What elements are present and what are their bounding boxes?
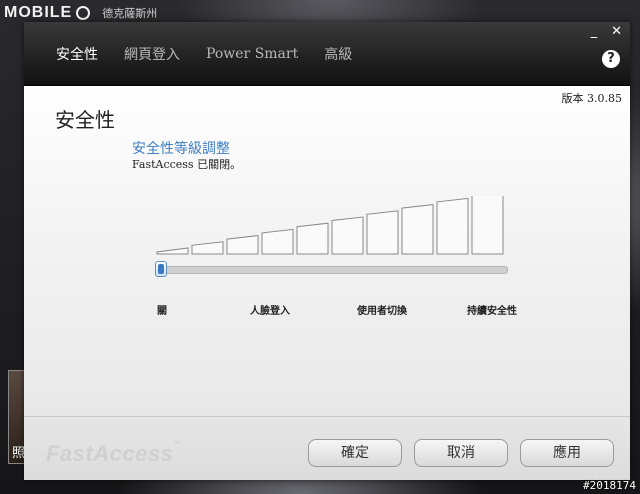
- page-title: 安全性: [55, 108, 115, 132]
- close-button[interactable]: ✕: [611, 24, 622, 39]
- apply-button[interactable]: 應用: [520, 439, 614, 467]
- watermark-logo: MOBILE: [4, 4, 73, 21]
- level-bar-10: [471, 196, 504, 255]
- tab-advanced[interactable]: 高級: [324, 44, 352, 64]
- level-bar-1: [156, 247, 189, 255]
- window-controls: _ ✕: [591, 24, 622, 39]
- level-label-off[interactable]: 關: [157, 302, 167, 317]
- window-footer: FastAccess™ 確定 取消 應用: [24, 416, 630, 480]
- security-level-heading: 安全性等級調整: [132, 141, 230, 157]
- level-bar-4: [261, 228, 294, 255]
- level-bar-7: [366, 210, 399, 255]
- watermark-logo-icon: [76, 6, 91, 20]
- minimize-button[interactable]: _: [591, 24, 598, 39]
- level-bar-8: [401, 204, 434, 255]
- window-header: _ ✕ 安全性 網頁登入 Power Smart 高級 ?: [24, 22, 630, 86]
- main-nav: 安全性 網頁登入 Power Smart 高級: [56, 44, 352, 64]
- version-label: 版本 3.0.85: [561, 92, 622, 105]
- level-bar-9: [436, 197, 469, 255]
- tab-power-smart[interactable]: Power Smart: [206, 46, 298, 62]
- level-label-face-login[interactable]: 人臉登入: [250, 302, 290, 317]
- security-panel: 版本 3.0.85 安全性 安全性等級調整 FastAccess 已關閉。 關 …: [24, 86, 630, 416]
- security-slider-track[interactable]: [158, 266, 508, 274]
- tab-security[interactable]: 安全性: [56, 44, 98, 64]
- help-icon[interactable]: ?: [602, 50, 620, 68]
- level-bar-5: [296, 222, 329, 255]
- security-slider-thumb[interactable]: [155, 261, 167, 277]
- ok-button[interactable]: 確定: [308, 439, 402, 467]
- level-bar-2: [191, 241, 224, 255]
- tab-web-login[interactable]: 網頁登入: [124, 44, 180, 64]
- level-bar-3: [226, 235, 259, 255]
- brand-name: FastAccess: [46, 441, 174, 466]
- status-text: FastAccess 已關閉。: [132, 158, 242, 171]
- fastaccess-logo: FastAccess™: [46, 441, 181, 467]
- watermark-subtitle: 德克薩斯州: [102, 7, 158, 20]
- level-label-continuous[interactable]: 持續安全性: [467, 302, 517, 317]
- cancel-button[interactable]: 取消: [414, 439, 508, 467]
- level-bar-6: [331, 216, 364, 255]
- image-id-watermark: #2018174: [583, 479, 636, 492]
- fastaccess-window: _ ✕ 安全性 網頁登入 Power Smart 高級 ? 版本 3.0.85 …: [24, 22, 630, 480]
- security-level-bars: [156, 196, 508, 258]
- site-watermark: MOBILE 德克薩斯州: [4, 2, 157, 24]
- level-bars-graphic: [156, 196, 504, 255]
- level-label-user-switch[interactable]: 使用者切換: [357, 302, 407, 317]
- brand-trademark: ™: [173, 441, 181, 448]
